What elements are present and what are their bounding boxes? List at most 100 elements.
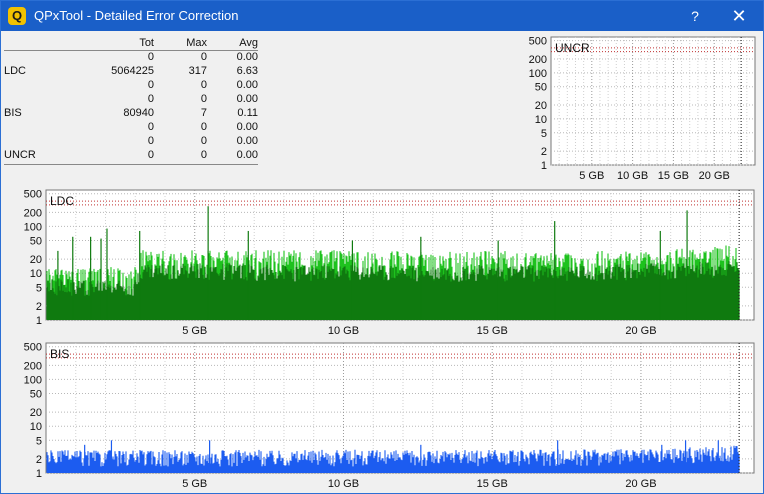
stats-row-label [4, 50, 64, 64]
stats-tot: 0 [147, 79, 154, 91]
stats-row-label: UNCR [4, 149, 36, 161]
stats-row: 0 0 0.00 [4, 134, 258, 148]
stats-row-label [4, 92, 64, 106]
ldc-chart: 1 2 5 10 20 50 100 200 500 5 GB 10 GB 15 GB 20 GB LDC [24, 189, 755, 337]
y-tick-label: 100 [529, 68, 547, 80]
stats-avg: 0.00 [236, 93, 258, 105]
error-stats-table: Tot Max Avg 0 0 0.00 LDC 5064225 317 6.63 000… [4, 36, 258, 162]
x-tick-label: 5 GB [182, 325, 207, 337]
x-tick-label: 20 GB [625, 325, 656, 337]
stats-max: 0 [200, 51, 207, 63]
x-tick-label: 20 GB [625, 478, 656, 490]
stats-max: 0 [200, 121, 207, 133]
plot-area [550, 36, 756, 166]
stats-max: 317 [188, 65, 207, 77]
stats-row-uncr: UNCR 0 0 0.00 [4, 148, 258, 162]
stats-avg: 6.63 [236, 65, 258, 77]
y-tick-label: 10 [30, 421, 42, 433]
qpxtool-window: Q QPxTool - Detailed Error Correction ? … [0, 0, 764, 494]
stats-row-bis: BIS 80940 7 0.11 [4, 106, 258, 120]
y-tick-label: 200 [529, 54, 547, 66]
stats-avg: 0.00 [236, 121, 258, 133]
y-tick-label: 2 [36, 301, 42, 313]
stats-max: 0 [200, 93, 207, 105]
stats-max: 0 [200, 149, 207, 161]
stats-header-tot: Tot [139, 37, 154, 49]
qpxtool-app-icon: Q [8, 7, 26, 25]
stats-row-label: BIS [4, 107, 22, 119]
stats-header-row: Tot Max Avg [4, 36, 258, 50]
y-tick-label: 1 [36, 468, 42, 480]
stats-tot: 0 [147, 149, 154, 161]
y-tick-label: 20 [535, 100, 547, 112]
y-tick-label: 10 [30, 268, 42, 280]
chart-title: BIS [50, 347, 69, 361]
x-tick-label: 10 GB [328, 478, 359, 490]
y-tick-label: 200 [24, 360, 42, 372]
y-tick-label: 50 [30, 388, 42, 400]
y-tick-label: 5 [36, 435, 42, 447]
y-tick-label: 500 [24, 189, 42, 201]
stats-avg: 0.00 [236, 149, 258, 161]
stats-max: 7 [200, 107, 207, 119]
stats-tot: 0 [147, 121, 154, 133]
y-tick-label: 5 [541, 128, 547, 140]
y-tick-label: 2 [541, 146, 547, 158]
stats-tot: 0 [147, 51, 154, 63]
stats-max: 0 [200, 79, 207, 91]
y-tick-label: 100 [24, 221, 42, 233]
y-tick-label: 1 [36, 315, 42, 327]
y-tick-label: 50 [535, 82, 547, 94]
stats-row-label: LDC [4, 65, 27, 77]
x-tick-label: 20 GB [699, 170, 730, 182]
chart-title: UNCR [555, 41, 590, 55]
y-tick-label: 20 [30, 407, 42, 419]
x-tick-label: 15 GB [477, 478, 508, 490]
y-tick-label: 200 [24, 207, 42, 219]
stats-avg: 0.11 [237, 107, 258, 119]
uncr-chart: 1 2 5 10 20 50 100 200 500 5 GB 10 GB 15 GB 20 GB UNC… [529, 36, 756, 182]
x-tick-label: 10 GB [328, 325, 359, 337]
stats-avg: 0.00 [236, 79, 258, 91]
y-tick-label: 5 [36, 282, 42, 294]
stats-tot: 0 [147, 135, 154, 147]
x-tick-label: 15 GB [477, 325, 508, 337]
stats-tot: 80940 [123, 107, 154, 119]
stats-row: 0 0 0.00 [4, 78, 258, 92]
x-tick-label: 10 GB [617, 170, 648, 182]
help-button[interactable]: ? [673, 1, 717, 31]
stats-row-label [4, 120, 64, 134]
stats-tot: 0 [147, 93, 154, 105]
stats-max: 0 [200, 135, 207, 147]
x-tick-label: 15 GB [658, 170, 689, 182]
y-tick-label: 500 [24, 342, 42, 354]
stats-row-label [4, 134, 64, 148]
window-title: QPxTool - Detailed Error Correction [34, 8, 239, 23]
y-tick-label: 1 [541, 160, 547, 172]
stats-header-label [4, 36, 64, 50]
stats-header-max: Max [186, 37, 207, 49]
stats-tot: 5064225 [111, 65, 154, 77]
stats-row-label [4, 78, 64, 92]
stats-header-avg: Avg [239, 37, 258, 49]
y-tick-label: 100 [24, 374, 42, 386]
stats-avg: 0.00 [236, 51, 258, 63]
stats-row: 0 0 0.00 [4, 50, 258, 64]
x-tick-label: 5 GB [182, 478, 207, 490]
bis-chart: 1 2 5 10 20 50 100 200 500 5 GB 10 GB 15 GB 20 GB BIS [24, 342, 755, 490]
stats-row: 0 0 0.00 [4, 120, 258, 134]
close-button[interactable]: ✕ [717, 1, 761, 31]
y-tick-label: 50 [30, 235, 42, 247]
stats-header-divider [4, 50, 258, 51]
chart-title: LDC [50, 194, 74, 208]
stats-row: 0 0 0.00 [4, 92, 258, 106]
y-tick-label: 500 [529, 36, 547, 48]
y-tick-label: 10 [535, 114, 547, 126]
stats-footer-divider [4, 164, 258, 165]
stats-avg: 0.00 [236, 135, 258, 147]
y-tick-label: 20 [30, 254, 42, 266]
stats-row-ldc: LDC 5064225 317 6.63 [4, 64, 258, 78]
x-tick-label: 5 GB [579, 170, 604, 182]
title-bar[interactable]: Q QPxTool - Detailed Error Correction ? … [1, 1, 763, 31]
y-tick-label: 2 [36, 454, 42, 466]
